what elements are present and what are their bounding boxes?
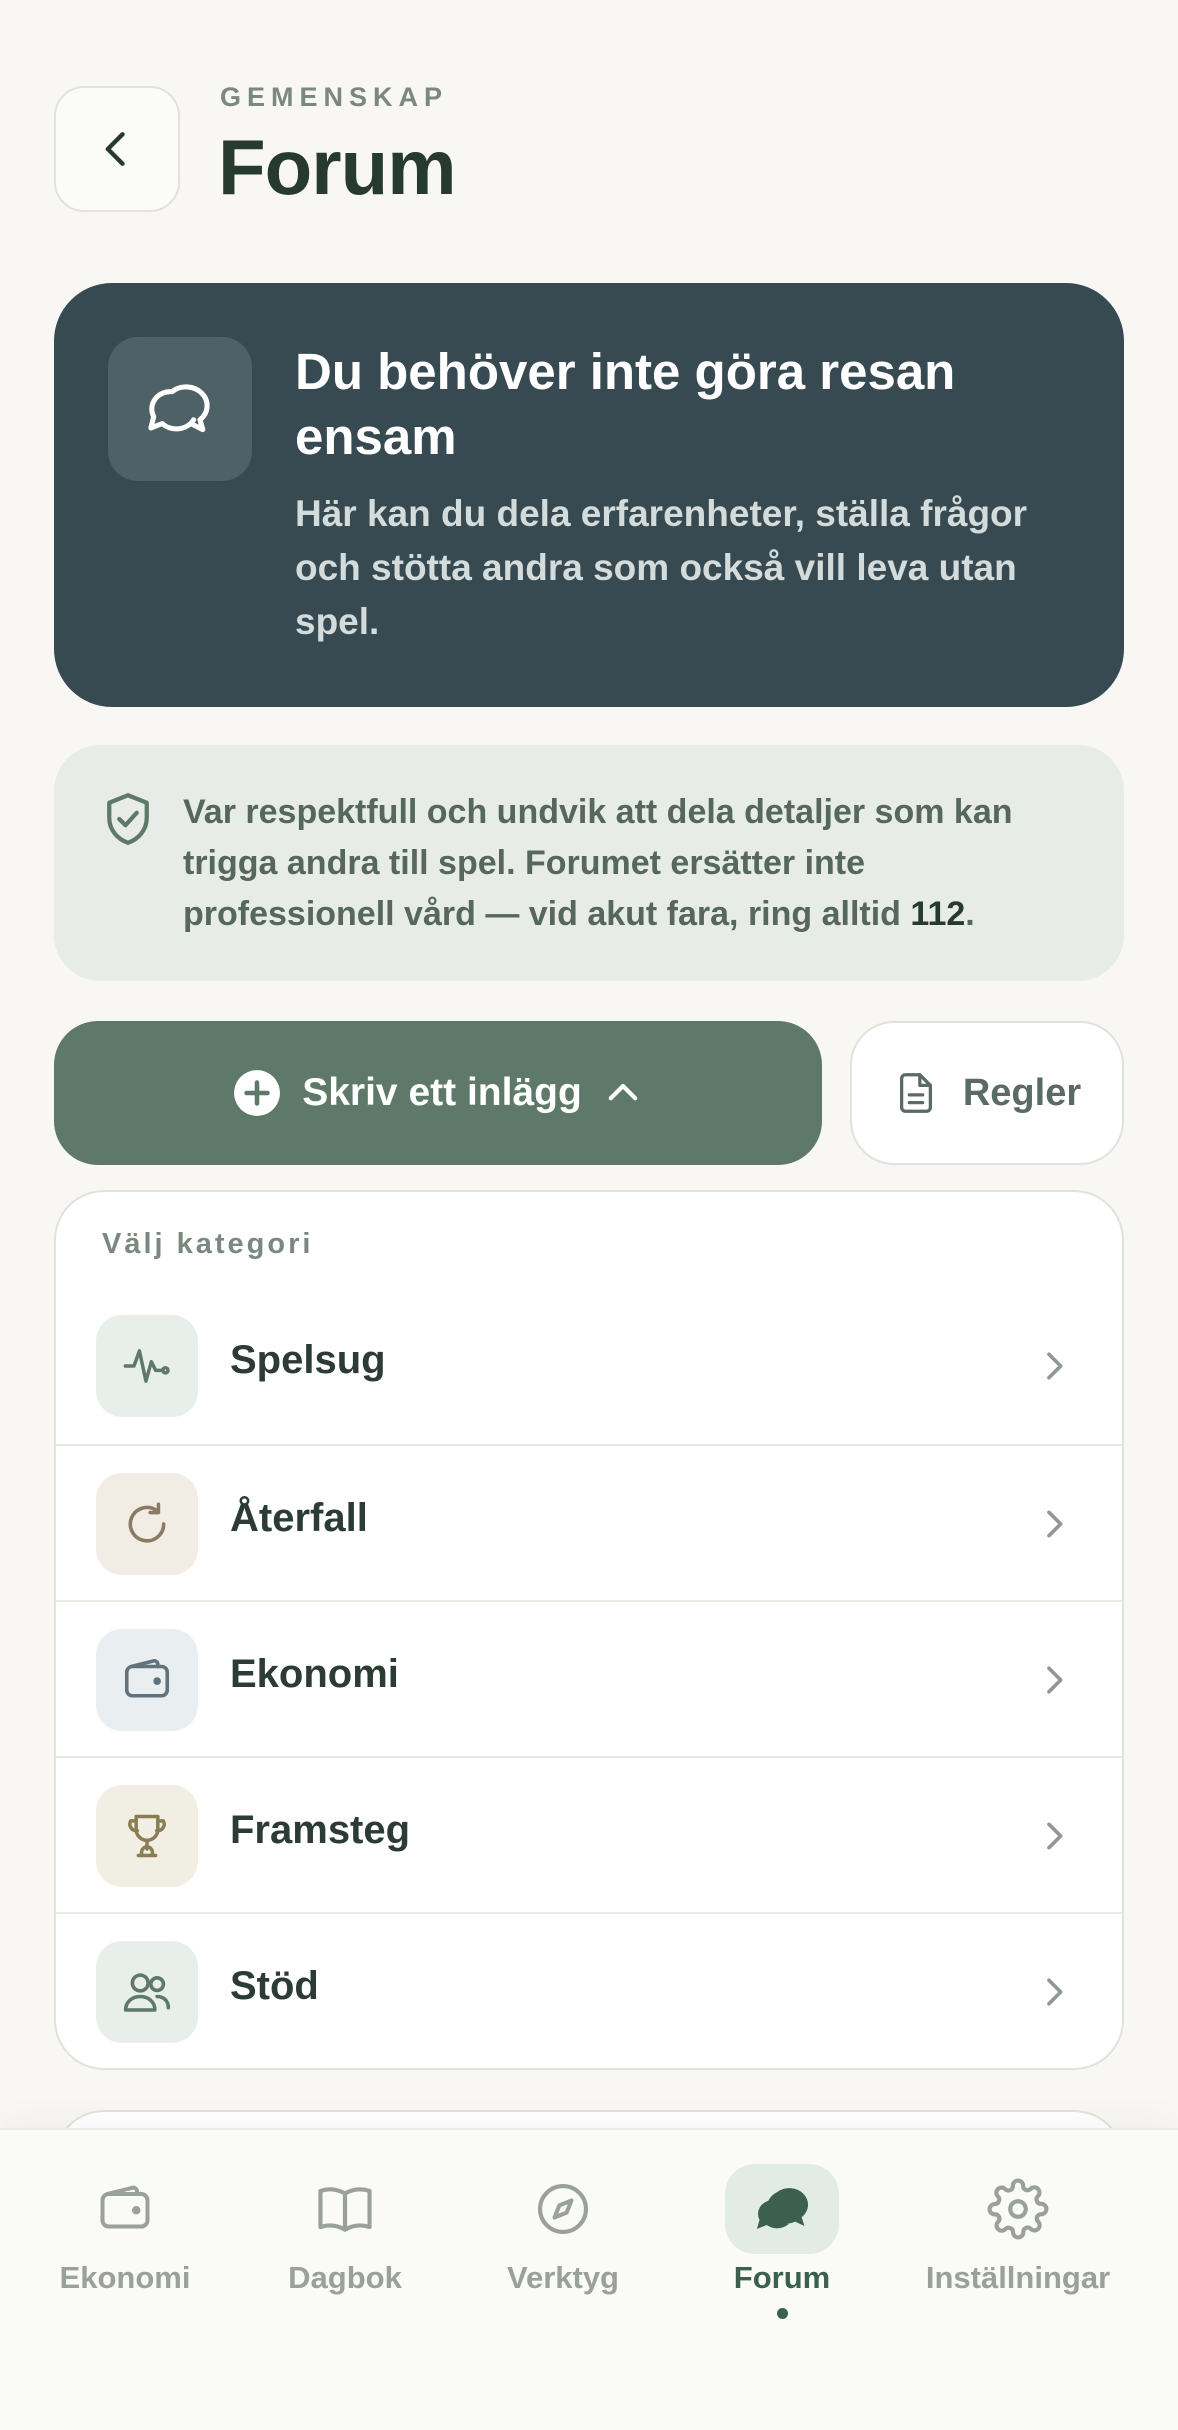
category-heading: Välj kategori bbox=[102, 1228, 314, 1260]
rules-label: Regler bbox=[962, 1071, 1082, 1114]
category-item-aterfall[interactable]: Återfall bbox=[56, 1444, 1122, 1600]
category-label: Återfall bbox=[230, 1496, 368, 1540]
chevron-up-icon bbox=[608, 1083, 638, 1101]
shield-check-icon bbox=[107, 793, 149, 845]
header: GEMENSKAP Forum bbox=[54, 82, 1124, 212]
write-post-button[interactable]: Skriv ett inlägg bbox=[54, 1021, 822, 1165]
book-icon bbox=[288, 2164, 402, 2254]
notice-suffix: . bbox=[965, 895, 975, 933]
nav-label: Verktyg bbox=[506, 2260, 619, 2295]
rules-button[interactable]: Regler bbox=[850, 1021, 1124, 1165]
chat-bubbles-icon bbox=[108, 337, 252, 481]
hero-card: Du behöver inte göra resan ensam Här kan… bbox=[54, 283, 1124, 707]
plus-circle-icon bbox=[234, 1070, 281, 1116]
emergency-number[interactable]: 112 bbox=[910, 895, 965, 933]
category-label: Ekonomi bbox=[230, 1652, 399, 1696]
category-list: Spelsug Återfall Ekonomi Framsteg Stöd bbox=[56, 1288, 1122, 2068]
nav-label: Inställningar bbox=[925, 2260, 1111, 2295]
refresh-icon bbox=[96, 1473, 198, 1575]
nav-label: Dagbok bbox=[288, 2260, 402, 2295]
nav-item-ekonomi[interactable]: Ekonomi bbox=[48, 2130, 202, 2330]
compass-icon bbox=[506, 2164, 620, 2254]
notice-text: Var respektfull och undvik att dela deta… bbox=[183, 787, 1083, 940]
active-indicator bbox=[776, 2308, 788, 2319]
hero-title: Du behöver inte göra resan ensam bbox=[295, 343, 956, 465]
back-button[interactable] bbox=[54, 86, 180, 212]
bottom-nav: Ekonomi Dagbok Verktyg Forum Inställning… bbox=[0, 2128, 1178, 2430]
nav-item-dagbok[interactable]: Dagbok bbox=[268, 2130, 422, 2330]
nav-item-verktyg[interactable]: Verktyg bbox=[486, 2130, 640, 2330]
chevron-right-icon bbox=[1047, 1978, 1063, 2006]
wallet-icon bbox=[68, 2164, 182, 2254]
write-post-label: Skriv ett inlägg bbox=[302, 1071, 582, 1114]
document-icon bbox=[899, 1073, 932, 1113]
safety-notice: Var respektfull och undvik att dela deta… bbox=[54, 745, 1124, 981]
chat-bubbles-icon bbox=[725, 2164, 839, 2254]
nav-label: Ekonomi bbox=[59, 2260, 191, 2295]
nav-label: Forum bbox=[733, 2260, 831, 2295]
category-item-ekonomi[interactable]: Ekonomi bbox=[56, 1600, 1122, 1756]
category-label: Framsteg bbox=[230, 1808, 411, 1852]
nav-item-forum[interactable]: Forum bbox=[705, 2130, 859, 2330]
activity-icon bbox=[96, 1315, 198, 1417]
chevron-left-icon bbox=[105, 132, 125, 166]
wallet-icon bbox=[96, 1629, 198, 1731]
nav-item-installningar[interactable]: Inställningar bbox=[908, 2130, 1128, 2330]
chevron-right-icon bbox=[1047, 1510, 1063, 1538]
chevron-right-icon bbox=[1047, 1352, 1063, 1380]
section-eyebrow: GEMENSKAP bbox=[220, 82, 449, 112]
trophy-icon bbox=[96, 1785, 198, 1887]
notice-body: Var respektfull och undvik att dela deta… bbox=[183, 793, 1013, 933]
category-item-spelsug[interactable]: Spelsug bbox=[56, 1288, 1122, 1444]
category-item-framsteg[interactable]: Framsteg bbox=[56, 1756, 1122, 1912]
category-label: Spelsug bbox=[230, 1338, 386, 1382]
hero-text: Här kan du dela erfarenheter, ställa frå… bbox=[295, 493, 1028, 642]
chevron-right-icon bbox=[1047, 1666, 1063, 1694]
chevron-right-icon bbox=[1047, 1822, 1063, 1850]
category-card: Välj kategori Spelsug Återfall Ekonomi F… bbox=[54, 1190, 1124, 2070]
users-icon bbox=[96, 1941, 198, 2043]
gear-icon bbox=[961, 2164, 1075, 2254]
category-label: Stöd bbox=[230, 1964, 319, 2008]
category-item-stod[interactable]: Stöd bbox=[56, 1912, 1122, 2068]
page-title: Forum bbox=[218, 123, 457, 211]
